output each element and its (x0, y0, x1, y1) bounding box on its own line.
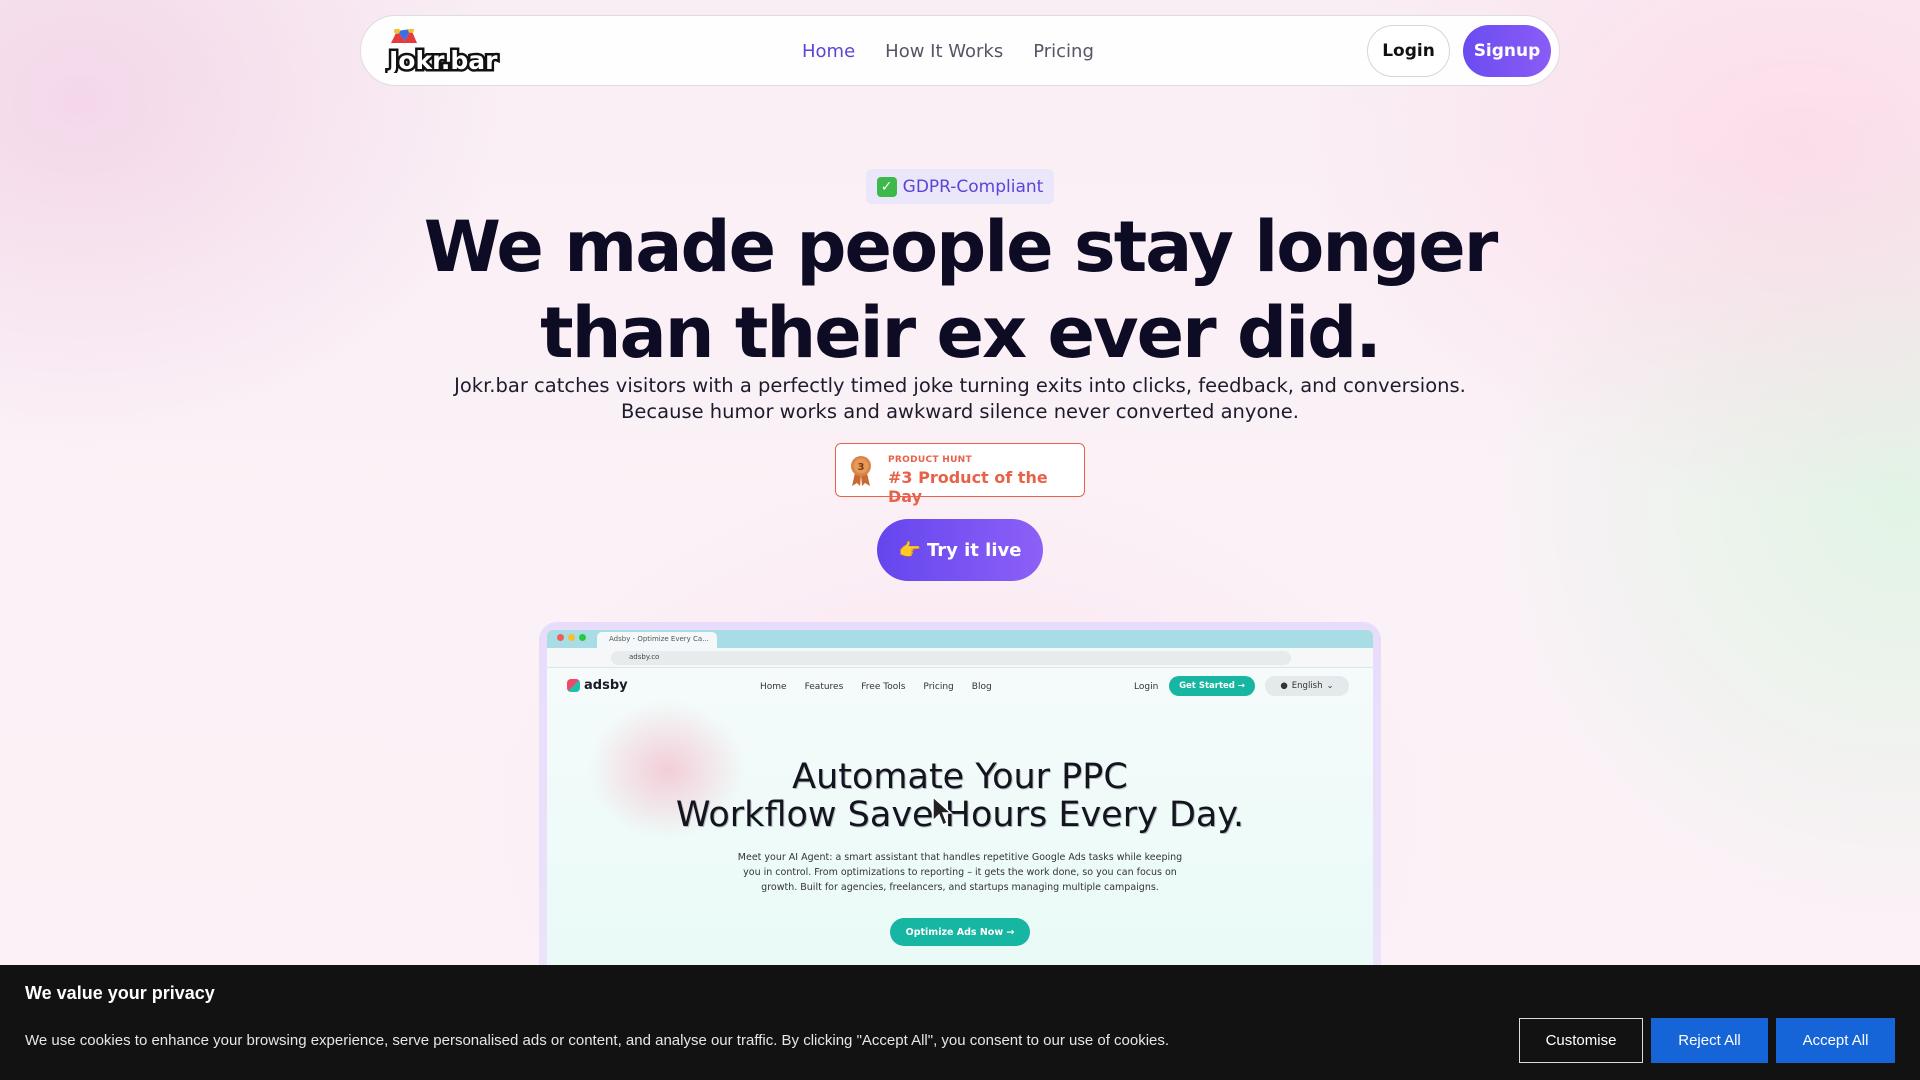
product-hunt-label: PRODUCT HUNT (888, 455, 972, 465)
preview-nav-features: Features (804, 682, 844, 692)
cookie-title: We value your privacy (25, 983, 215, 1003)
preview-url: adsby.co (611, 651, 1291, 665)
product-hunt-badge[interactable]: 3 PRODUCT HUNT #3 Product of the Day (835, 443, 1085, 506)
preview-tab-bar: Adsby - Optimize Every Ca... (547, 630, 1373, 648)
cookie-consent-banner: We value your privacy We use cookies to … (0, 965, 1920, 1080)
gdpr-badge: ✓ GDPR-Compliant (866, 169, 1054, 204)
headline-line-1: We made people stay longer (423, 206, 1499, 288)
adsby-logo: adsby (567, 678, 628, 693)
nav-link-pricing[interactable]: Pricing (1033, 41, 1094, 62)
preview-nav-home: Home (760, 682, 787, 692)
top-navbar: Jokr.bar Home How It Works Pricing Login… (360, 15, 1560, 86)
preview-headline: Automate Your PPC Workflow Save Hours Ev… (547, 758, 1373, 834)
nav-link-home[interactable]: Home (802, 41, 855, 62)
try-it-live-button[interactable]: 👉 Try it live (877, 519, 1043, 581)
window-minimize-dot-icon (568, 634, 575, 641)
adsby-logo-mark-icon (567, 679, 580, 692)
preview-headline-line-2: Workflow Save Hours Every Day. (675, 795, 1245, 835)
hero-headline: We made people stay longer than their ex… (360, 204, 1560, 376)
window-close-dot-icon (557, 634, 564, 641)
jokr-bar-logo[interactable]: Jokr.bar (385, 29, 505, 73)
checkmark-icon: ✓ (876, 176, 897, 197)
preview-nav-links: Home Features Free Tools Pricing Blog (760, 682, 992, 692)
gdpr-badge-label: GDPR-Compliant (902, 176, 1044, 197)
product-hunt-rank-text: #3 Product of the Day (888, 468, 1048, 506)
preview-nav-blog: Blog (971, 682, 992, 692)
customise-button[interactable]: Customise (1519, 1018, 1643, 1063)
headline-line-2: than their ex ever did. (540, 292, 1382, 374)
accept-all-button[interactable]: Accept All (1776, 1018, 1895, 1063)
preview-browser-tab: Adsby - Optimize Every Ca... (597, 632, 717, 648)
preview-language-label: English (1291, 681, 1323, 691)
nav-links: Home How It Works Pricing (802, 16, 1094, 87)
window-maximize-dot-icon (579, 634, 586, 641)
medal-rank: 3 (858, 462, 865, 473)
preview-login: Login (1134, 682, 1159, 692)
pointing-hand-icon: 👉 (898, 539, 921, 561)
preview-optimize-ads-button: Optimize Ads Now → (890, 918, 1030, 946)
logo-text: Jokr.bar (387, 46, 498, 73)
reject-all-button[interactable]: Reject All (1651, 1018, 1768, 1063)
chevron-down-icon: ⌄ (1326, 681, 1334, 691)
subtitle-line-2: Because humor works and awkward silence … (621, 400, 1299, 423)
login-button[interactable]: Login (1367, 25, 1450, 77)
mouse-cursor-icon (932, 795, 953, 827)
preview-address-bar: adsby.co (547, 648, 1373, 668)
signup-button[interactable]: Signup (1463, 25, 1551, 77)
try-it-live-label: Try it live (926, 539, 1022, 561)
preview-headline-line-1: Automate Your PPC (792, 757, 1128, 797)
subtitle-line-1: Jokr.bar catches visitors with a perfect… (454, 374, 1466, 397)
nav-link-how-it-works[interactable]: How It Works (885, 41, 1003, 62)
preview-body-text: Meet your AI Agent: a smart assistant th… (737, 852, 1183, 893)
preview-nav-pricing: Pricing (923, 682, 954, 692)
adsby-logo-text: adsby (584, 678, 628, 693)
preview-get-started-button: Get Started → (1169, 676, 1255, 696)
preview-nav-free-tools: Free Tools (861, 682, 906, 692)
cookie-description: We use cookies to enhance your browsing … (25, 1032, 1170, 1049)
preview-site-nav: adsby Home Features Free Tools Pricing B… (547, 672, 1373, 698)
hero-subtitle: Jokr.bar catches visitors with a perfect… (360, 373, 1560, 425)
medal-icon: 3 (851, 456, 871, 486)
globe-icon: ● (1280, 681, 1288, 691)
preview-language-select: ● English ⌄ (1265, 676, 1349, 696)
